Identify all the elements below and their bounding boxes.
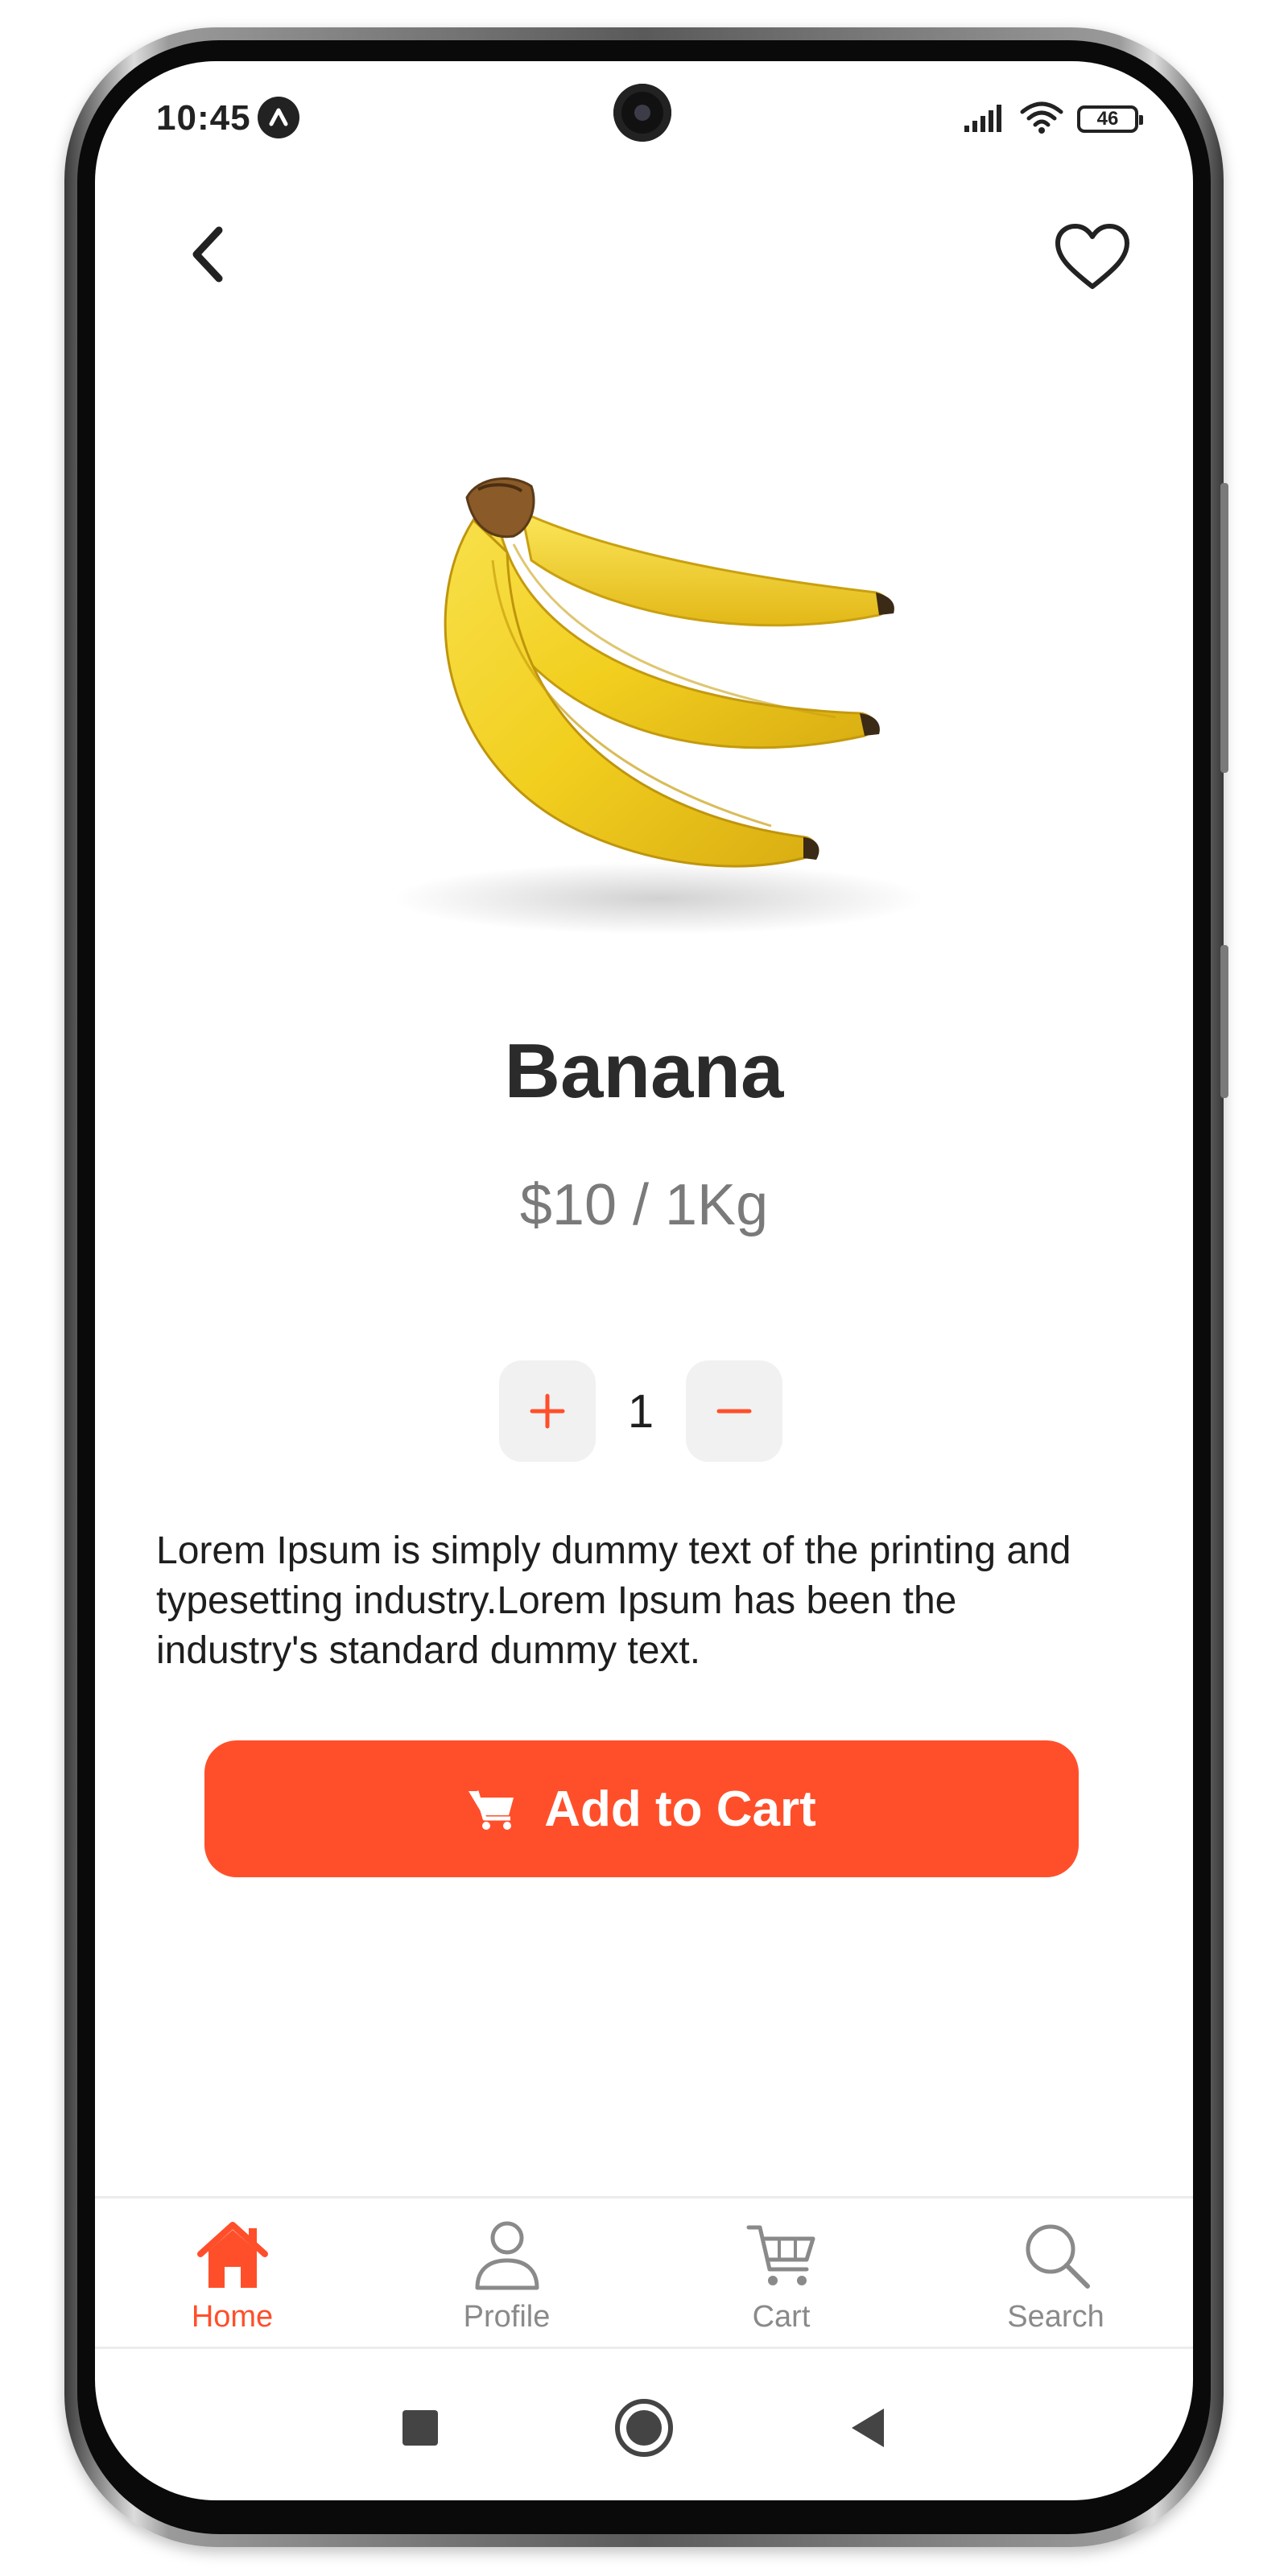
cart-icon (741, 2215, 822, 2295)
battery-level: 46 (1096, 108, 1119, 130)
tab-home-label: Home (191, 2300, 274, 2334)
back-button[interactable] (159, 206, 256, 303)
chevron-left-icon (192, 226, 223, 283)
add-to-cart-label: Add to Cart (544, 1781, 816, 1837)
heart-outline-icon (1055, 224, 1129, 289)
tab-profile[interactable]: Profile (369, 2198, 644, 2347)
tab-search-label: Search (1007, 2300, 1104, 2334)
app-screen: 10:45 46 Banana $10 / 1Kg 1 Lorem Ipsum … (95, 61, 1193, 2500)
product-price: $10 / 1Kg (519, 1173, 769, 1237)
home-system-button[interactable] (604, 2388, 684, 2468)
tab-cart[interactable]: Cart (644, 2198, 919, 2347)
status-icons: 46 (963, 100, 1143, 138)
wifi-icon (1019, 101, 1064, 138)
plus-icon (530, 1393, 565, 1429)
signal-icon (963, 103, 1006, 136)
recents-square-icon (402, 2410, 438, 2446)
decrement-button[interactable] (686, 1360, 782, 1462)
product-description: Lorem Ipsum is simply dummy text of the … (156, 1530, 1071, 1672)
device-stage: 10:45 46 Banana $10 / 1Kg 1 Lorem Ipsum … (0, 0, 1288, 2576)
system-navigation-bar (95, 2355, 1193, 2500)
recents-button[interactable] (380, 2388, 460, 2468)
quantity-value: 1 (627, 1385, 654, 1438)
add-to-cart-button[interactable]: Add to Cart (204, 1740, 1079, 1877)
tab-cart-label: Cart (752, 2300, 811, 2334)
favorite-button[interactable] (1040, 204, 1145, 309)
back-system-button[interactable] (828, 2388, 908, 2468)
quantity-stepper: 1 (499, 1360, 789, 1465)
increment-button[interactable] (499, 1360, 596, 1462)
app-notification-icon (258, 97, 299, 138)
home-circle-icon (615, 2399, 673, 2457)
tab-profile-label: Profile (463, 2300, 551, 2334)
cart-icon (469, 1790, 514, 1830)
home-icon (192, 2215, 273, 2295)
front-camera (613, 84, 671, 142)
battery-icon: 46 (1077, 105, 1143, 133)
product-name: Banana (504, 1028, 784, 1114)
power-button (1220, 945, 1228, 1098)
tab-search[interactable]: Search (919, 2198, 1193, 2347)
status-time: 10:45 (156, 98, 251, 138)
minus-icon (716, 1409, 752, 1414)
back-triangle-icon (852, 2409, 884, 2447)
banana-bunch-image (393, 477, 924, 935)
bottom-tab-bar: Home Profile Cart Search (95, 2196, 1193, 2349)
status-bar: 10:45 46 (95, 61, 1193, 182)
volume-button (1220, 483, 1228, 773)
user-icon (467, 2215, 547, 2295)
tab-home[interactable]: Home (95, 2198, 369, 2347)
search-icon (1016, 2215, 1096, 2295)
